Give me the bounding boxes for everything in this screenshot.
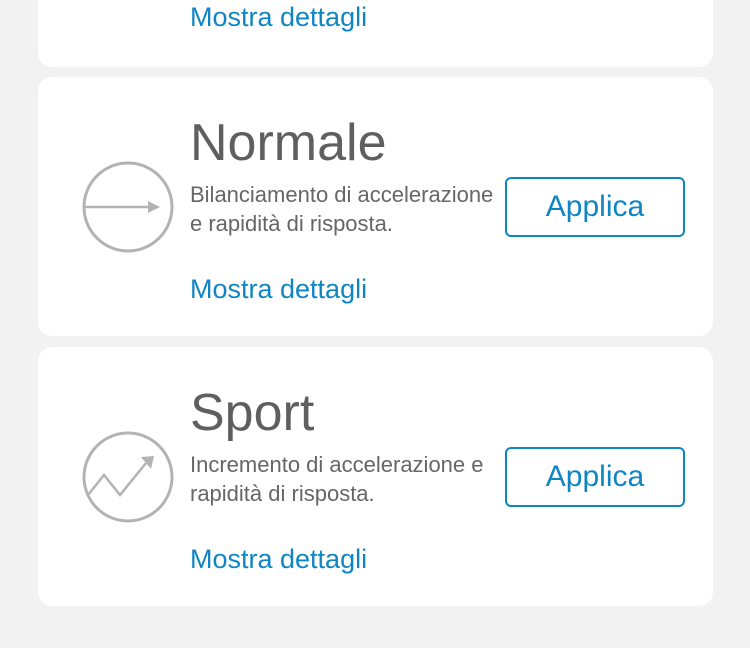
mode-description: Incremento di accelerazione e rapidità d… <box>190 452 484 506</box>
apply-button[interactable]: Applica <box>505 447 685 507</box>
mode-title: Normale <box>190 114 387 172</box>
arrow-right-circle-icon <box>82 161 174 253</box>
zigzag-up-circle-icon <box>82 431 174 523</box>
mode-title: Sport <box>190 384 315 442</box>
apply-button[interactable]: Applica <box>505 177 685 237</box>
show-details-link[interactable]: Mostra dettagli <box>190 543 367 575</box>
show-details-link[interactable]: Mostra dettagli <box>190 273 367 305</box>
mode-description: Bilanciamento di accelerazione e rapidit… <box>190 182 494 236</box>
mode-card-normal: Normale Bilanciamento di accelerazione e… <box>38 77 713 336</box>
show-details-link[interactable]: Mostra dettagli <box>190 1 367 33</box>
mode-card-sport: Sport Incremento di accelerazione e rapi… <box>38 347 713 606</box>
mode-card-previous: Mostra dettagli <box>38 0 713 67</box>
